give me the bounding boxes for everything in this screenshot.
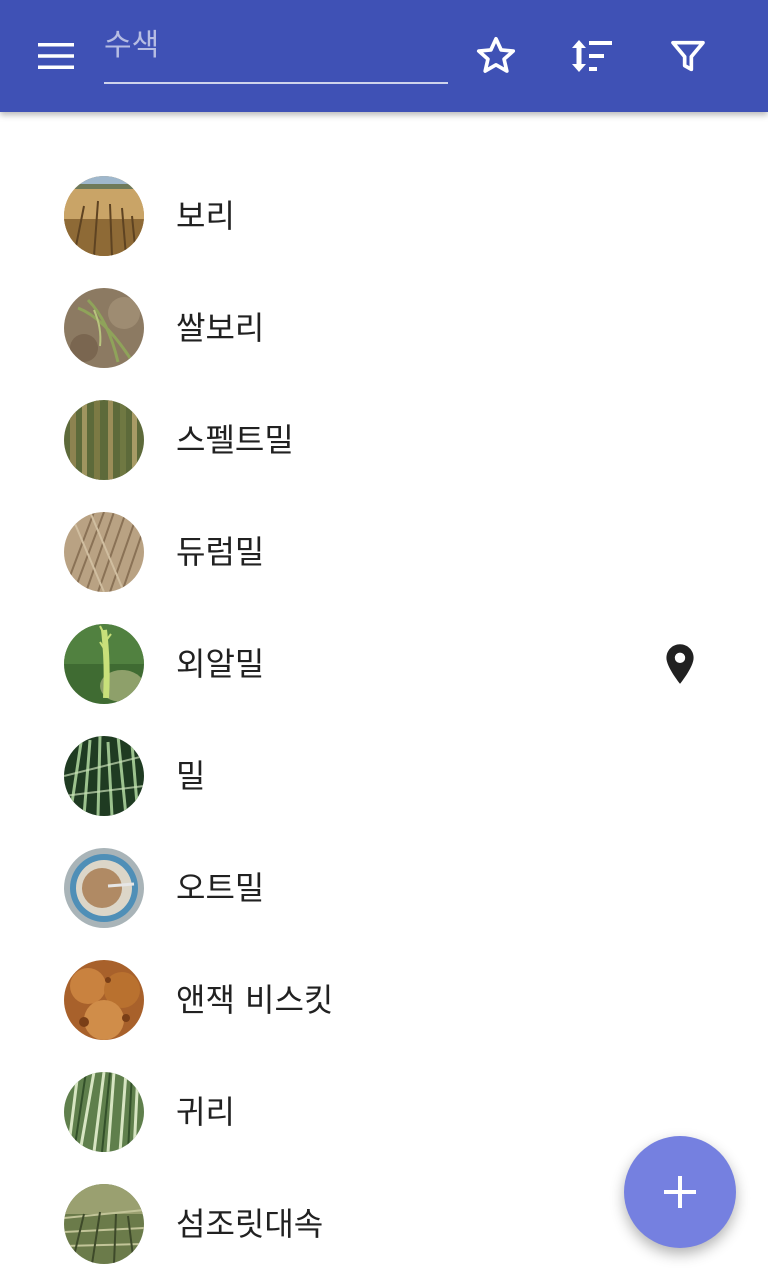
spelt-thumbnail — [64, 400, 144, 480]
plant-list: 보리 쌀보리 스펠트밀 듀럼밀 외알밀 밀 오트밀 앤잭 비스킷 귀리 섬조릿대… — [0, 160, 768, 1280]
menu-icon — [38, 43, 74, 69]
add-button[interactable] — [624, 1136, 736, 1248]
sort-button[interactable] — [560, 24, 624, 88]
durum-wheat-thumbnail — [64, 512, 144, 592]
list-item[interactable]: 앤잭 비스킷 — [0, 944, 768, 1056]
item-label: 쌀보리 — [176, 309, 265, 347]
item-label: 보리 — [176, 197, 235, 235]
search-field — [104, 22, 448, 84]
search-input[interactable] — [104, 22, 448, 82]
item-label: 앤잭 비스킷 — [176, 981, 334, 1019]
app-bar — [0, 0, 768, 112]
location-button[interactable] — [656, 632, 704, 696]
menu-button[interactable] — [24, 24, 88, 88]
favorites-button[interactable] — [464, 24, 528, 88]
wheat-thumbnail — [64, 736, 144, 816]
item-label: 스펠트밀 — [176, 421, 294, 459]
sort-icon — [572, 40, 612, 72]
list-item[interactable]: 밀 — [0, 720, 768, 832]
list-item[interactable]: 쌀보리 — [0, 272, 768, 384]
einkorn-thumbnail — [64, 624, 144, 704]
anzac-biscuit-thumbnail — [64, 960, 144, 1040]
naked-barley-thumbnail — [64, 288, 144, 368]
filter-button[interactable] — [656, 24, 720, 88]
filter-icon — [671, 40, 705, 72]
oat-thumbnail — [64, 1072, 144, 1152]
item-label: 듀럼밀 — [176, 533, 265, 571]
item-label: 오트밀 — [176, 869, 265, 907]
sasa-thumbnail — [64, 1184, 144, 1264]
location-pin-icon — [666, 644, 694, 684]
star-outline-icon — [476, 36, 516, 73]
plus-icon — [664, 1176, 696, 1208]
barley-thumbnail — [64, 176, 144, 256]
list-item[interactable]: 듀럼밀 — [0, 496, 768, 608]
item-label: 밀 — [176, 757, 206, 795]
list-item[interactable]: 보리 — [0, 160, 768, 272]
oatmeal-thumbnail — [64, 848, 144, 928]
item-label: 귀리 — [176, 1093, 235, 1131]
list-item[interactable]: 스펠트밀 — [0, 384, 768, 496]
item-label: 외알밀 — [176, 645, 265, 683]
item-label: 섬조릿대속 — [176, 1205, 324, 1243]
list-item[interactable]: 외알밀 — [0, 608, 768, 720]
list-item[interactable]: 오트밀 — [0, 832, 768, 944]
